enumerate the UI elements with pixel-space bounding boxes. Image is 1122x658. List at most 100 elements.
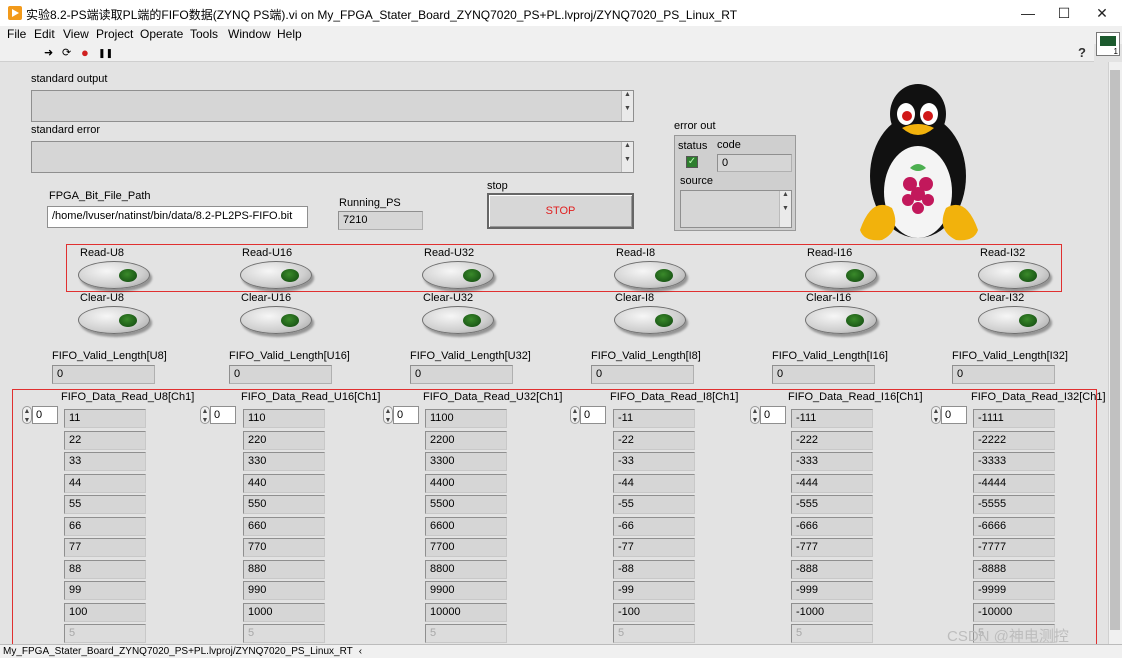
fifo-valid-length-i32-indicator: 0	[952, 365, 1055, 384]
array-index-input[interactable]: 0	[32, 406, 58, 424]
run-continuously-icon[interactable]: ⟳	[62, 47, 71, 59]
array-index-input[interactable]: 0	[580, 406, 606, 424]
array-element: 11	[64, 409, 146, 428]
clear-u8-button[interactable]	[78, 306, 150, 334]
abort-execution-icon[interactable]: ●	[81, 46, 89, 59]
array-element: -2222	[973, 430, 1055, 450]
clear-i16-led-icon	[846, 314, 864, 327]
menu-view[interactable]: View	[63, 27, 89, 41]
menu-edit[interactable]: Edit	[34, 27, 55, 41]
context-help-icon[interactable]: ?	[1078, 45, 1092, 61]
array-element: 9900	[425, 581, 507, 600]
array-index-input[interactable]: 0	[210, 406, 236, 424]
pause-icon[interactable]: ❚❚	[98, 47, 113, 59]
clear-u16-button[interactable]	[240, 306, 312, 334]
clear-i32-label: Clear-I32	[979, 292, 1025, 304]
index-spinner-icon[interactable]: ▲ ▼	[931, 406, 941, 424]
read-u8-button[interactable]	[78, 261, 150, 289]
index-spinner-icon[interactable]: ▲ ▼	[200, 406, 210, 424]
menu-file[interactable]: File	[7, 27, 26, 41]
close-button[interactable]: ✕	[1082, 0, 1122, 26]
read-u16-button[interactable]	[240, 261, 312, 289]
index-spinner-icon[interactable]: ▲ ▼	[750, 406, 760, 424]
clear-i32-button[interactable]	[978, 306, 1050, 334]
index-spinner-icon[interactable]: ▲ ▼	[570, 406, 580, 424]
read-i16-led-icon	[846, 269, 864, 282]
fifo-valid-length-i16-indicator: 0	[772, 365, 875, 384]
array-index-input[interactable]: 0	[760, 406, 786, 424]
read-u8-label: Read-U8	[80, 247, 125, 259]
read-u32-label: Read-U32	[424, 247, 475, 259]
fifo-data-read-u32-index[interactable]: ▲ ▼ 0	[383, 406, 419, 424]
clear-u8-label: Clear-U8	[80, 292, 125, 304]
array-element: 7700	[425, 538, 507, 557]
menu-operate[interactable]: Operate	[140, 27, 183, 41]
clear-i8-led-icon	[655, 314, 673, 327]
clear-i16-button[interactable]	[805, 306, 877, 334]
fifo-data-read-i16-index[interactable]: ▲ ▼ 0	[750, 406, 786, 424]
clear-i8-label: Clear-I8	[615, 292, 655, 304]
maximize-button[interactable]: ☐	[1044, 0, 1084, 26]
array-element: 660	[243, 516, 325, 536]
clear-i8-button[interactable]	[614, 306, 686, 334]
read-u32-button[interactable]	[422, 261, 494, 289]
read-i32-button[interactable]	[978, 261, 1050, 289]
stop-label: stop	[487, 180, 508, 192]
read-i16-button[interactable]	[805, 261, 877, 289]
standard-error-scrollbar[interactable]: ▲ ▼	[621, 142, 633, 172]
error-source-box: ▲ ▼	[680, 190, 792, 228]
menu-tools[interactable]: Tools	[190, 27, 218, 41]
fifo-data-read-u8-index[interactable]: ▲ ▼ 0	[22, 406, 58, 424]
error-code-indicator: 0	[717, 154, 792, 172]
error-status-check-icon: ✓	[686, 156, 698, 168]
error-status-label: status	[678, 140, 708, 152]
status-bar: My_FPGA_Stater_Board_ZYNQ7020_PS+PL.lvpr…	[0, 644, 1122, 658]
index-spinner-icon[interactable]: ▲ ▼	[22, 406, 32, 424]
menu-help[interactable]: Help	[277, 27, 302, 41]
array-element-empty: 5	[425, 624, 507, 643]
array-element: -11	[613, 409, 695, 428]
menu-project[interactable]: Project	[96, 27, 133, 41]
clear-u16-led-icon	[281, 314, 299, 327]
read-i8-button[interactable]	[614, 261, 686, 289]
fifo-valid-length-u16-label: FIFO_Valid_Length[U16]	[229, 350, 350, 362]
fifo-data-read-i32-index[interactable]: ▲ ▼ 0	[931, 406, 967, 424]
read-i16-label: Read-I16	[807, 247, 853, 259]
array-element: -666	[791, 516, 873, 536]
fifo-data-read-i8-label: FIFO_Data_Read_I8[Ch1]	[610, 391, 739, 403]
clear-u32-button[interactable]	[422, 306, 494, 334]
vertical-scrollbar-thumb[interactable]	[1110, 70, 1120, 630]
standard-output-box: ▲ ▼	[31, 90, 634, 122]
index-spinner-icon[interactable]: ▲ ▼	[383, 406, 393, 424]
menu-window[interactable]: Window	[228, 27, 271, 41]
array-element: -999	[791, 581, 873, 600]
read-i32-led-icon	[1019, 269, 1037, 282]
stop-button[interactable]: STOP	[487, 193, 634, 229]
minimize-button[interactable]: —	[1008, 0, 1048, 26]
array-element: 1100	[425, 409, 507, 428]
fifo-data-read-u16-index[interactable]: ▲ ▼ 0	[200, 406, 236, 424]
array-element: -1111	[973, 409, 1055, 428]
array-element: 33	[64, 452, 146, 471]
array-element-empty: 5	[613, 624, 695, 643]
clear-u8-led-icon	[119, 314, 137, 327]
array-element: -222	[791, 430, 873, 450]
array-element: 220	[243, 430, 325, 450]
fifo-valid-length-i8-indicator: 0	[591, 365, 694, 384]
array-element: -8888	[973, 559, 1055, 579]
fpga-bit-file-path-input[interactable]: /home/lvuser/natinst/bin/data/8.2-PL2PS-…	[47, 206, 308, 228]
run-arrow-icon[interactable]: ➜	[44, 47, 53, 59]
array-element: 1000	[243, 602, 325, 622]
read-u16-led-icon	[281, 269, 299, 282]
status-bar-text: My_FPGA_Stater_Board_ZYNQ7020_PS+PL.lvpr…	[3, 646, 353, 657]
standard-output-scrollbar[interactable]: ▲ ▼	[621, 91, 633, 121]
array-index-input[interactable]: 0	[393, 406, 419, 424]
fifo-data-read-i8-index[interactable]: ▲ ▼ 0	[570, 406, 606, 424]
error-source-scrollbar[interactable]: ▲ ▼	[779, 191, 791, 227]
clear-u16-label: Clear-U16	[241, 292, 292, 304]
status-bar-scroll-left-icon[interactable]: ‹	[359, 646, 362, 657]
array-element: -100	[613, 602, 695, 622]
array-element: 4400	[425, 473, 507, 493]
array-index-input[interactable]: 0	[941, 406, 967, 424]
read-i8-label: Read-I8	[616, 247, 656, 259]
